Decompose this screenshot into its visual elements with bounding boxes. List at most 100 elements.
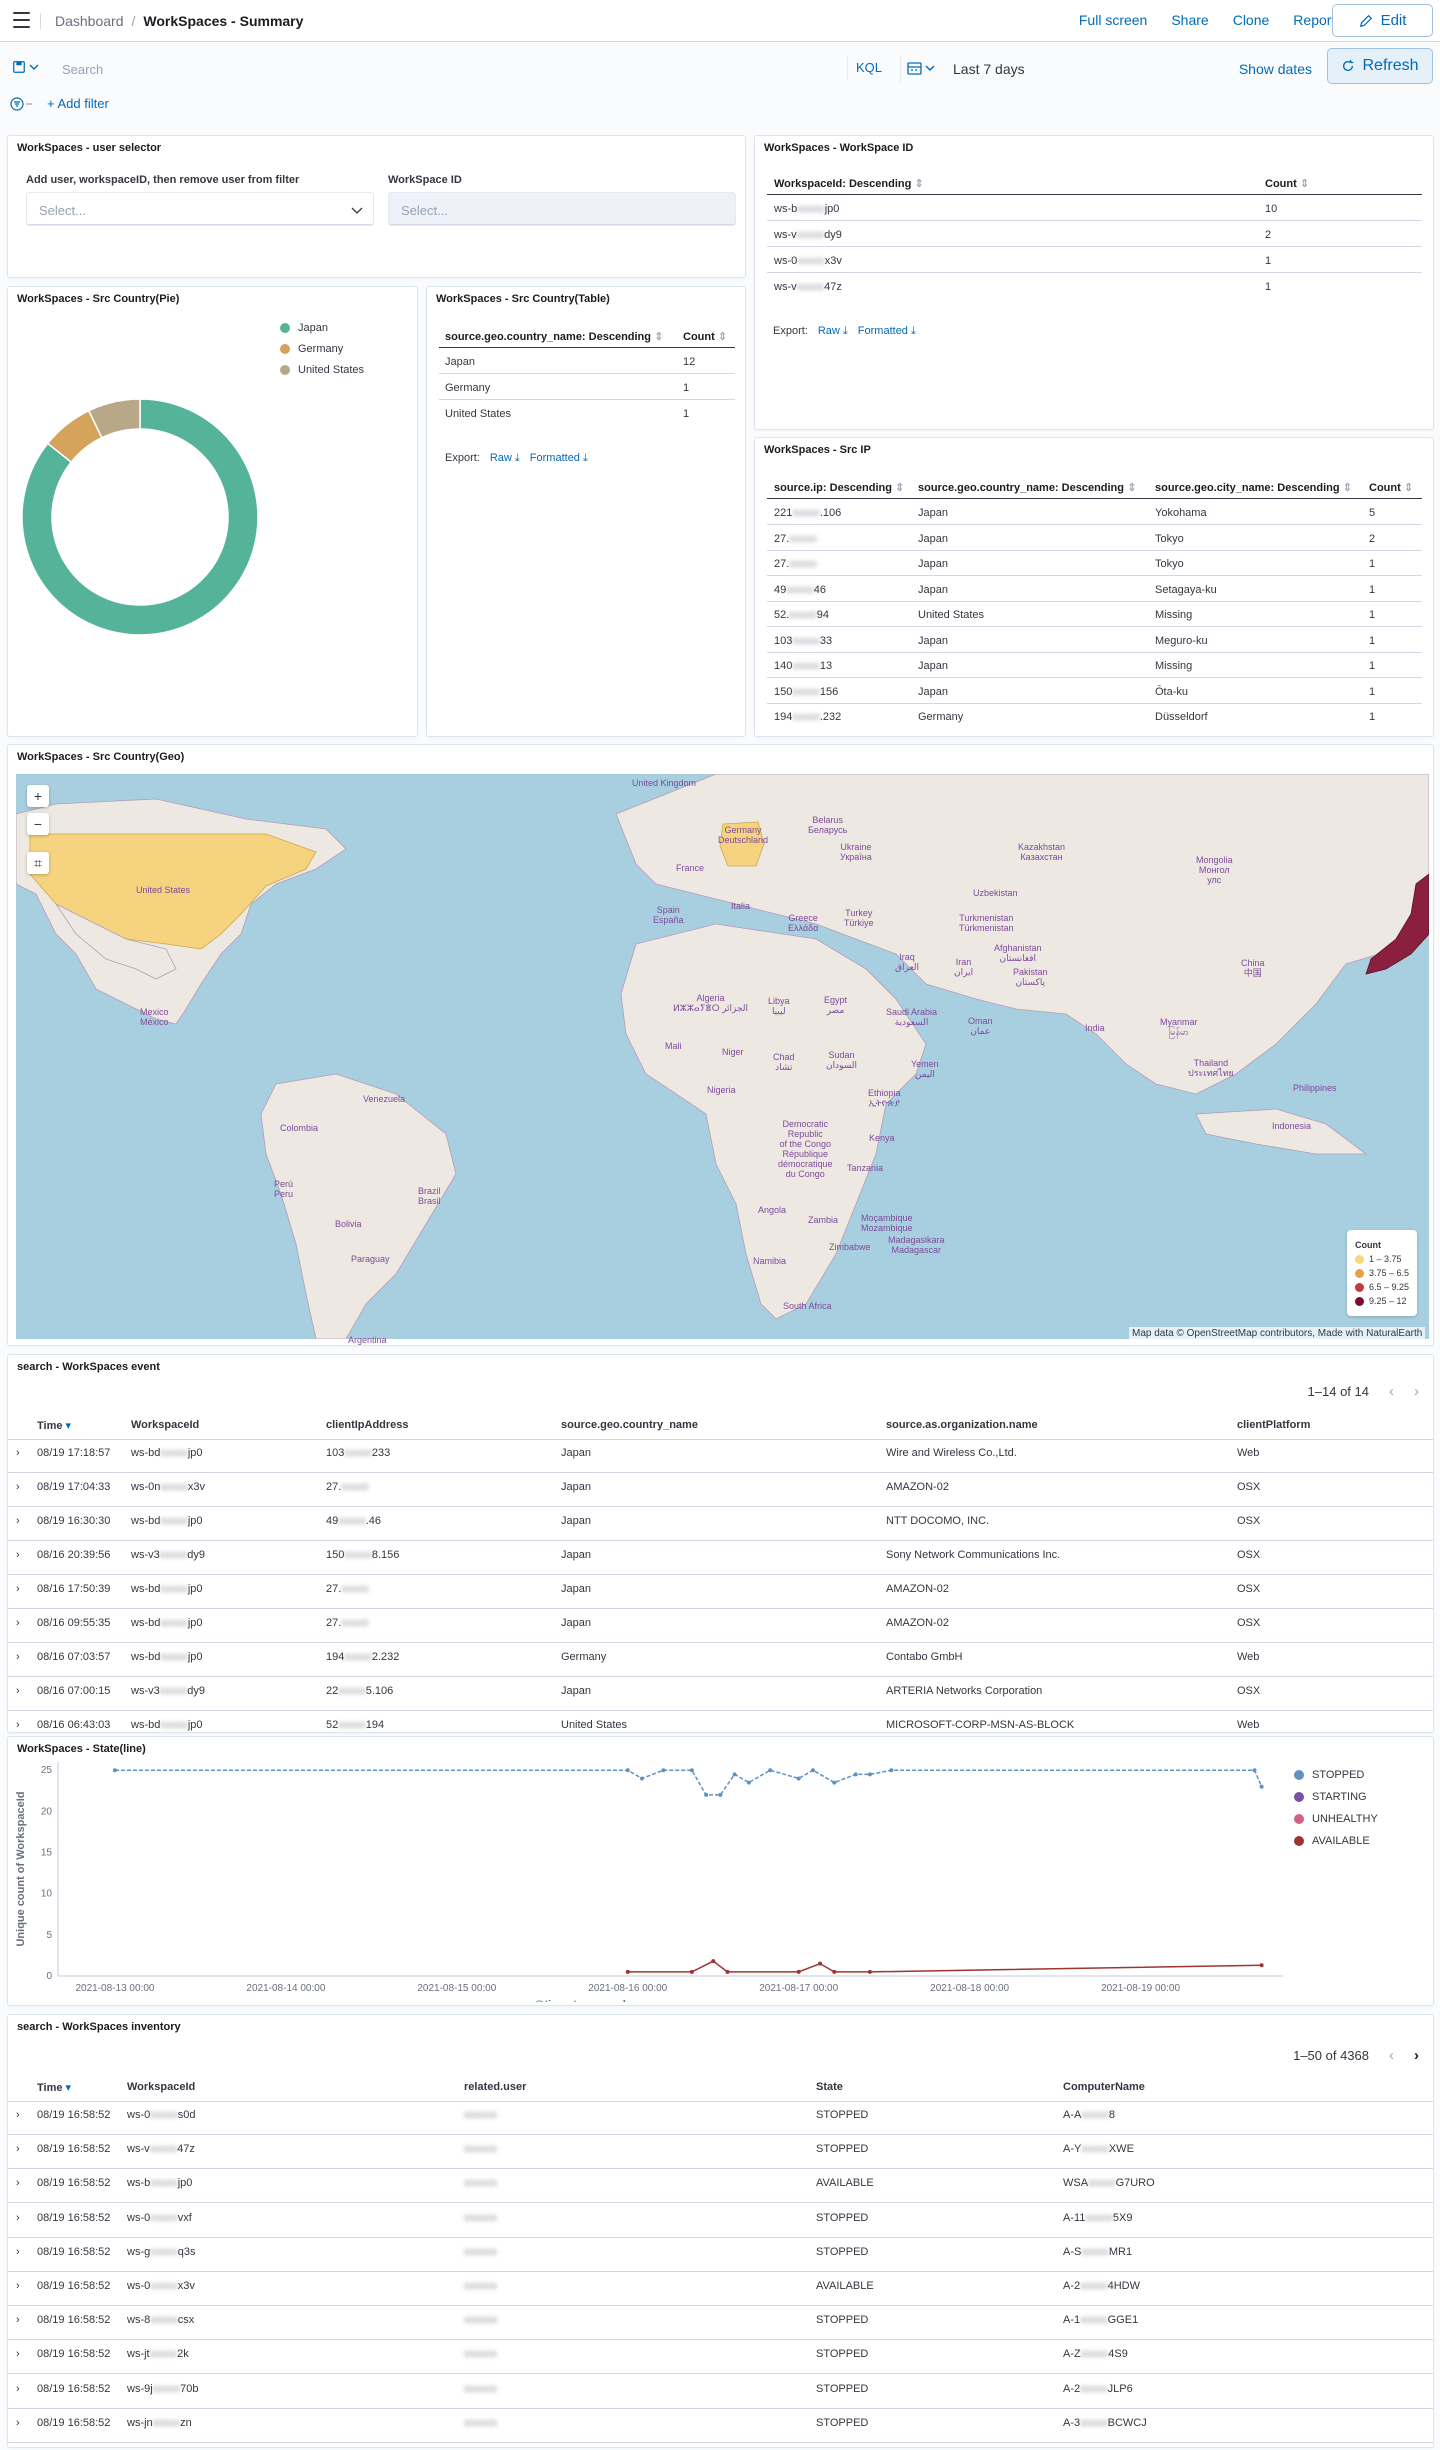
column-header-source-ip[interactable]: source.ip: Descending ⇕ bbox=[774, 481, 904, 494]
legend-item-japan[interactable]: Japan bbox=[280, 322, 328, 334]
column-header-workspaceid[interactable]: WorkspaceId bbox=[127, 2081, 195, 2093]
expand-row-button[interactable]: › bbox=[16, 2143, 20, 2155]
expand-row-button[interactable]: › bbox=[16, 2314, 20, 2326]
search-input[interactable]: Search bbox=[48, 56, 848, 80]
saved-query-button[interactable] bbox=[12, 60, 39, 74]
donut-chart bbox=[21, 398, 259, 636]
legend-item-unhealthy[interactable]: UNHEALTHY bbox=[1294, 1813, 1378, 1825]
draw-tool-button[interactable]: ⌗ bbox=[27, 852, 49, 874]
next-page-button[interactable]: › bbox=[1414, 1383, 1419, 1400]
expand-row-button[interactable]: › bbox=[16, 2280, 20, 2292]
computername-cell: WSAxxxxxG7URO bbox=[1063, 2177, 1155, 2190]
column-header-count[interactable]: Count ⇕ bbox=[1265, 177, 1309, 190]
menu-icon[interactable] bbox=[13, 12, 30, 28]
platform-cell: OSX bbox=[1237, 1583, 1261, 1595]
export-raw-link[interactable]: Raw ⤓ bbox=[818, 325, 848, 338]
edit-button[interactable]: Edit bbox=[1332, 4, 1433, 37]
prev-page-button[interactable]: ‹ bbox=[1389, 1383, 1394, 1400]
legend-item-united-states[interactable]: United States bbox=[280, 364, 364, 376]
map-label-germany: Germany Deutschland bbox=[718, 825, 769, 845]
zoom-in-button[interactable]: + bbox=[27, 785, 49, 807]
legend-item-stopped[interactable]: STOPPED bbox=[1294, 1769, 1364, 1781]
calendar-dropdown[interactable] bbox=[907, 61, 937, 78]
column-header-org[interactable]: source.as.organization.name bbox=[886, 1419, 1038, 1431]
expand-row-button[interactable]: › bbox=[16, 2246, 20, 2258]
workspace-id-select[interactable]: Select... bbox=[388, 192, 736, 226]
map-attribution[interactable]: Map data © OpenStreetMap contributors, M… bbox=[1129, 1327, 1426, 1340]
data-point bbox=[832, 1969, 837, 1974]
date-picker[interactable]: Last 7 days Show dates bbox=[900, 56, 1312, 82]
column-header-platform[interactable]: clientPlatform bbox=[1237, 1419, 1310, 1431]
column-header-country[interactable]: source.geo.country_name: Descending ⇕ bbox=[918, 481, 1136, 494]
x-tick-label: 2021-08-14 00:00 bbox=[246, 1983, 325, 1994]
next-page-button[interactable]: › bbox=[1414, 2047, 1419, 2064]
filter-icon[interactable] bbox=[10, 96, 38, 111]
clone-link[interactable]: Clone bbox=[1233, 12, 1270, 28]
kql-toggle[interactable]: KQL bbox=[856, 60, 882, 75]
column-header-count[interactable]: Count ⇕ bbox=[1369, 481, 1413, 494]
user-select[interactable]: Select... bbox=[26, 192, 374, 226]
breadcrumb-dashboard[interactable]: Dashboard bbox=[40, 13, 124, 29]
map-label-india: India bbox=[1085, 1023, 1105, 1033]
time-cell: 08/19 16:58:52 bbox=[37, 2143, 111, 2156]
map-label-paraguay: Paraguay bbox=[351, 1254, 390, 1264]
expand-row-button[interactable]: › bbox=[16, 2348, 20, 2360]
export-formatted-link[interactable]: Formatted ⤓ bbox=[858, 325, 916, 338]
expand-row-button[interactable]: › bbox=[16, 2109, 20, 2121]
legend-item-starting[interactable]: STARTING bbox=[1294, 1791, 1367, 1803]
expand-row-button[interactable]: › bbox=[16, 1583, 20, 1595]
column-header-count[interactable]: Count ⇕ bbox=[683, 330, 727, 343]
column-header-clientip[interactable]: clientIpAddress bbox=[326, 1419, 409, 1431]
expand-row-button[interactable]: › bbox=[16, 1447, 20, 1459]
country-cell: Japan bbox=[918, 532, 948, 545]
zoom-out-button[interactable]: − bbox=[27, 813, 49, 835]
column-header-state[interactable]: State bbox=[816, 2081, 843, 2093]
workspaceid-cell: ws-0xxxxxvxf bbox=[127, 2211, 192, 2224]
show-dates-link[interactable]: Show dates bbox=[1239, 61, 1312, 77]
expand-row-button[interactable]: › bbox=[16, 1651, 20, 1663]
legend-item-germany[interactable]: Germany bbox=[280, 343, 343, 355]
export-raw-link[interactable]: Raw ⤓ bbox=[490, 452, 520, 465]
expand-row-button[interactable]: › bbox=[16, 1685, 20, 1697]
workspaceid-cell: ws-9jxxxxx70b bbox=[127, 2382, 199, 2395]
clientip-cell: 27.xxxxx bbox=[326, 1481, 369, 1493]
row-divider bbox=[767, 524, 1422, 525]
expand-row-button[interactable]: › bbox=[16, 2212, 20, 2224]
clientip-cell: 194xxxxx2.232 bbox=[326, 1651, 400, 1663]
refresh-button[interactable]: Refresh bbox=[1327, 48, 1433, 84]
prev-page-button[interactable]: ‹ bbox=[1389, 2047, 1394, 2064]
map-label-iran: Iran ايران bbox=[954, 957, 974, 977]
column-header-computername[interactable]: ComputerName bbox=[1063, 2081, 1145, 2093]
country-cell: United States bbox=[561, 1719, 628, 1731]
column-header-city[interactable]: source.geo.city_name: Descending ⇕ bbox=[1155, 481, 1352, 494]
expand-row-button[interactable]: › bbox=[16, 1515, 20, 1527]
legend-item-available[interactable]: AVAILABLE bbox=[1294, 1835, 1370, 1847]
column-header-workspaceid[interactable]: WorkspaceId: Descending ⇕ bbox=[774, 177, 924, 190]
column-header-related-user[interactable]: related.user bbox=[464, 2081, 526, 2093]
column-header-country[interactable]: source.geo.country_name bbox=[561, 1419, 698, 1431]
legend-swatch bbox=[280, 323, 290, 333]
full-screen-link[interactable]: Full screen bbox=[1079, 12, 1147, 28]
expand-row-button[interactable]: › bbox=[16, 2177, 20, 2189]
expand-row-button[interactable]: › bbox=[16, 2417, 20, 2429]
expand-row-button[interactable]: › bbox=[16, 1719, 20, 1731]
computername-cell: A-SxxxxxMR1 bbox=[1063, 2245, 1133, 2258]
expand-row-button[interactable]: › bbox=[16, 2383, 20, 2395]
map-label-afghanistan: Afghanistan افغانستان bbox=[994, 943, 1042, 963]
column-header-country[interactable]: source.geo.country_name: Descending ⇕ bbox=[445, 330, 663, 343]
row-divider bbox=[767, 677, 1422, 678]
data-point bbox=[711, 1959, 716, 1964]
column-header-time[interactable]: Time ▾ bbox=[37, 2081, 71, 2094]
expand-row-button[interactable]: › bbox=[16, 1549, 20, 1561]
platform-cell: OSX bbox=[1237, 1481, 1261, 1493]
expand-row-button[interactable]: › bbox=[16, 1617, 20, 1629]
time-range-label[interactable]: Last 7 days bbox=[953, 61, 1025, 77]
add-filter-link[interactable]: + Add filter bbox=[47, 96, 109, 111]
expand-row-button[interactable]: › bbox=[16, 1481, 20, 1493]
export-formatted-link[interactable]: Formatted ⤓ bbox=[530, 452, 588, 465]
clientip-cell: 49xxxxx.46 bbox=[326, 1515, 382, 1527]
share-link[interactable]: Share bbox=[1171, 12, 1208, 28]
column-header-workspaceid[interactable]: WorkspaceId bbox=[131, 1419, 199, 1431]
map-label-drc: Democratic Republic of the Congo République… bbox=[778, 1119, 833, 1179]
column-header-time[interactable]: Time ▾ bbox=[37, 1419, 71, 1432]
